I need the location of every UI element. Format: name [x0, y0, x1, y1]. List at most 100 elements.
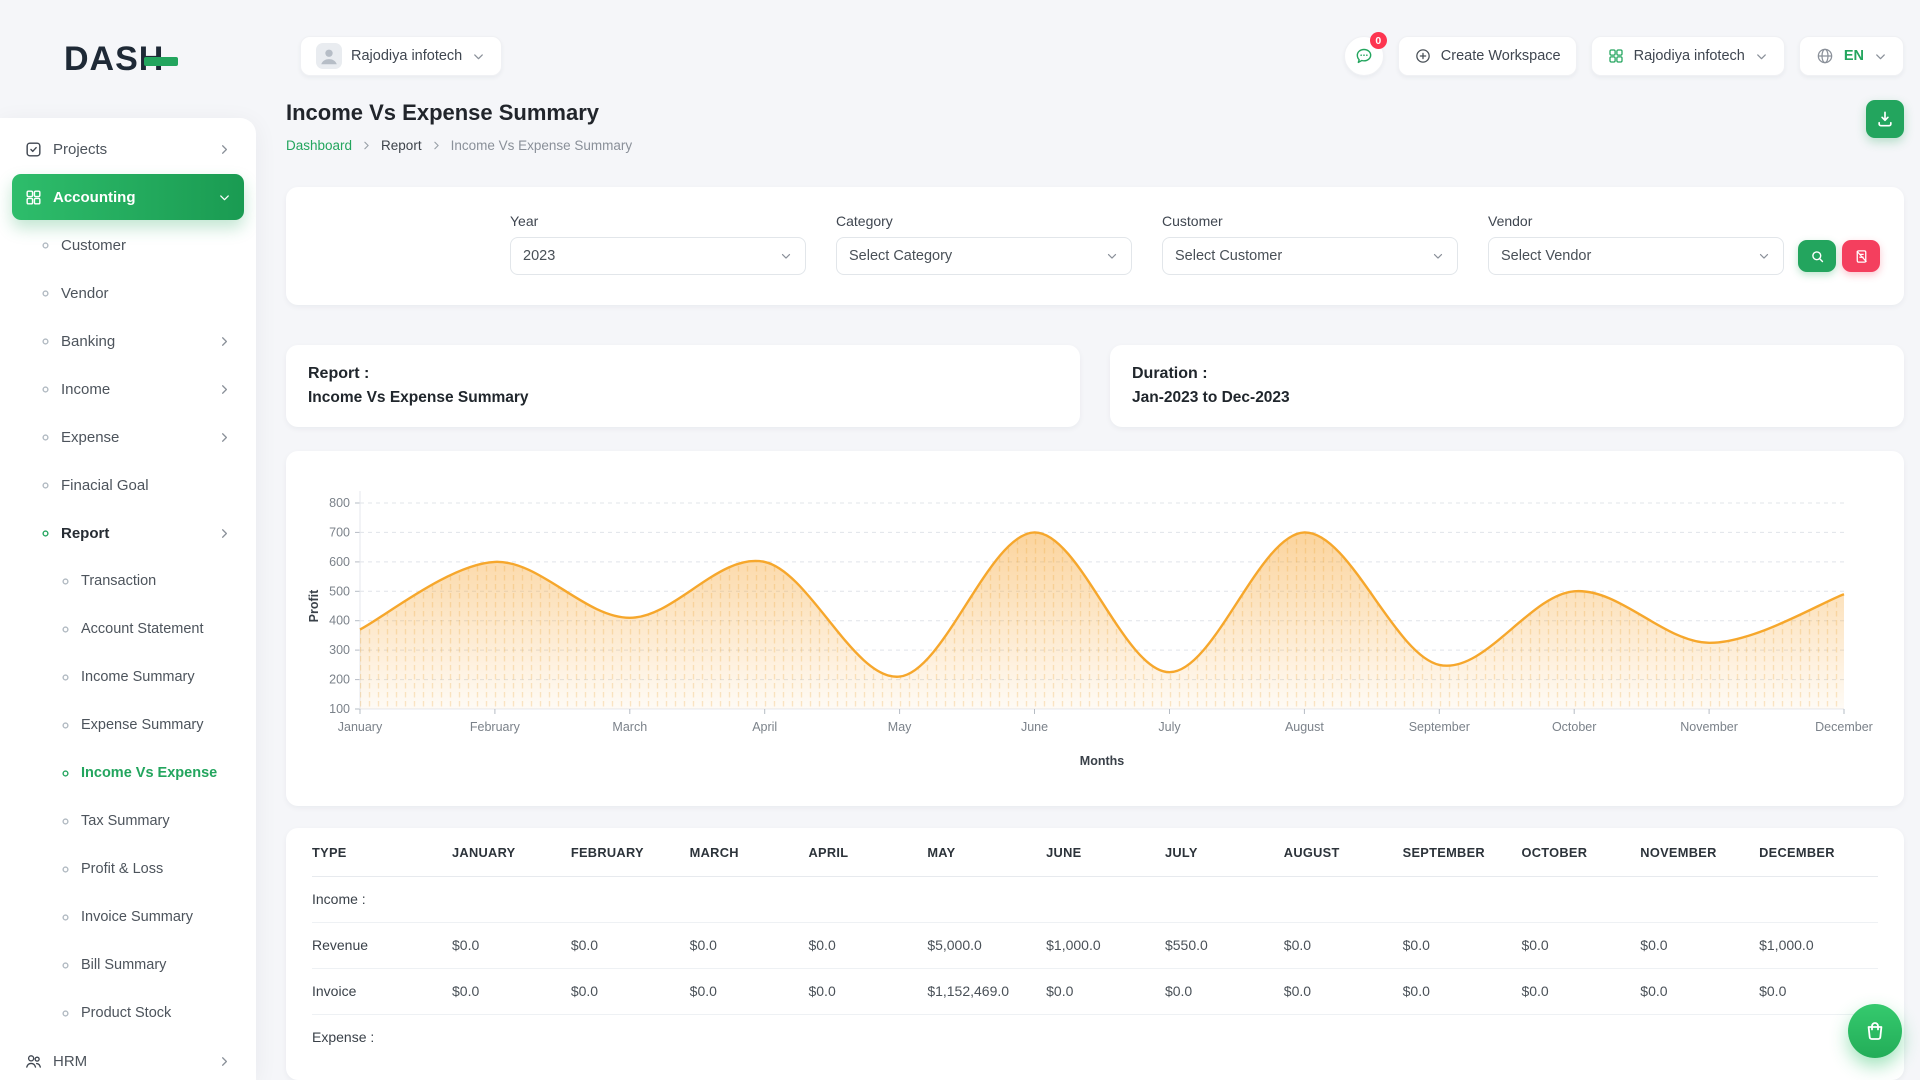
search-button[interactable] [1798, 240, 1836, 272]
sidebar-item-accounting[interactable]: Accounting [12, 174, 244, 220]
accounting-icon [24, 188, 43, 207]
breadcrumb-item[interactable]: Report [381, 138, 422, 153]
cart-icon [1863, 1019, 1887, 1043]
bullet-icon [60, 624, 71, 635]
sidebar-item-label: Transaction [81, 573, 156, 589]
sidebar-item-expense[interactable]: Expense [12, 414, 244, 460]
sidebar-item-account-statement[interactable]: Account Statement [12, 606, 244, 652]
table-cell: $0.0 [1640, 922, 1759, 968]
table-cell: $0.0 [808, 922, 927, 968]
table-cell: $1,000.0 [1759, 922, 1878, 968]
table-cell: $0.0 [1403, 968, 1522, 1014]
chevron-down-icon [1431, 249, 1445, 263]
table-section-row: Income : [312, 876, 1878, 922]
company-selector[interactable]: Rajodiya infotech [1591, 36, 1785, 76]
sidebar-item-customer[interactable]: Customer [12, 222, 244, 268]
column-header: APRIL [808, 830, 927, 876]
svg-text:April: April [752, 720, 777, 734]
svg-text:September: September [1409, 720, 1470, 734]
category-select[interactable]: Select Category [836, 237, 1132, 275]
svg-text:December: December [1815, 720, 1873, 734]
create-workspace-button[interactable]: Create Workspace [1398, 36, 1577, 76]
column-header: SEPTEMBER [1403, 830, 1522, 876]
column-header: JANUARY [452, 830, 571, 876]
vendor-select[interactable]: Select Vendor [1488, 237, 1784, 275]
bullet-icon [60, 768, 71, 779]
chevron-down-icon [471, 49, 486, 64]
sidebar-item-label: Invoice Summary [81, 909, 193, 925]
messages-icon [1354, 46, 1374, 66]
plus-icon [1414, 47, 1432, 65]
reset-icon [1853, 248, 1870, 265]
sidebar-item-hrm[interactable]: HRM [12, 1038, 244, 1080]
table-cell: $0.0 [1640, 968, 1759, 1014]
sidebar-item-tax-summary[interactable]: Tax Summary [12, 798, 244, 844]
svg-text:Months: Months [1080, 754, 1124, 768]
sidebar-item-transaction[interactable]: Transaction [12, 558, 244, 604]
reset-filter-button[interactable] [1842, 240, 1880, 272]
sidebar-item-label: Banking [61, 333, 115, 350]
chevron-right-icon [217, 334, 232, 349]
breadcrumb-separator-icon [360, 139, 373, 152]
hrm-icon [24, 1052, 43, 1071]
sidebar-item-income[interactable]: Income [12, 366, 244, 412]
sidebar-item-income-summary[interactable]: Income Summary [12, 654, 244, 700]
table-section-row: Expense : [312, 1014, 1878, 1060]
chevron-down-icon [217, 190, 232, 205]
bullet-icon [60, 1008, 71, 1019]
customer-label: Customer [1162, 213, 1458, 229]
bullet-icon [40, 288, 51, 299]
sidebar-item-finacial-goal[interactable]: Finacial Goal [12, 462, 244, 508]
filter-card: Year 2023 Category Select Category Custo… [286, 187, 1904, 305]
sidebar-item-vendor[interactable]: Vendor [12, 270, 244, 316]
sidebar-item-banking[interactable]: Banking [12, 318, 244, 364]
sidebar-item-report[interactable]: Report [12, 510, 244, 556]
svg-text:300: 300 [329, 643, 350, 657]
workspace-selector[interactable]: Rajodiya infotech [300, 36, 502, 76]
globe-icon [1815, 46, 1835, 66]
sidebar-item-label: Income Summary [81, 669, 195, 685]
sidebar-item-profit-loss[interactable]: Profit & Loss [12, 846, 244, 892]
column-header: NOVEMBER [1640, 830, 1759, 876]
sidebar-item-income-vs-expense[interactable]: Income Vs Expense [12, 750, 244, 796]
sidebar-item-product-stock[interactable]: Product Stock [12, 990, 244, 1036]
customer-select[interactable]: Select Customer [1162, 237, 1458, 275]
report-value: Income Vs Expense Summary [308, 389, 1058, 407]
report-label: Report : [308, 365, 1058, 383]
sidebar-item-expense-summary[interactable]: Expense Summary [12, 702, 244, 748]
sidebar-item-label: Profit & Loss [81, 861, 163, 877]
sidebar-item-invoice-summary[interactable]: Invoice Summary [12, 894, 244, 940]
bullet-icon [40, 336, 51, 347]
sidebar-item-label: Projects [53, 141, 107, 158]
messages-button[interactable]: 0 [1344, 36, 1384, 76]
svg-text:January: January [338, 720, 383, 734]
chevron-right-icon [217, 382, 232, 397]
logo-dash-accent [144, 57, 178, 66]
vendor-value: Select Vendor [1501, 248, 1591, 264]
table-cell: $0.0 [690, 968, 809, 1014]
profit-area-chart: 100200300400500600700800JanuaryFebruaryM… [302, 469, 1892, 792]
table-cell: $0.0 [1521, 968, 1640, 1014]
column-header: FEBRUARY [571, 830, 690, 876]
bullet-icon [40, 528, 51, 539]
table-cell: $0.0 [808, 968, 927, 1014]
duration-value: Jan-2023 to Dec-2023 [1132, 389, 1882, 407]
duration-summary-card: Duration : Jan-2023 to Dec-2023 [1110, 345, 1904, 427]
year-select[interactable]: 2023 [510, 237, 806, 275]
bullet-icon [60, 672, 71, 683]
breadcrumb-item[interactable]: Dashboard [286, 138, 352, 153]
language-selector[interactable]: EN [1799, 36, 1904, 76]
column-header: OCTOBER [1521, 830, 1640, 876]
brand-logo[interactable]: DASH [0, 0, 256, 118]
sidebar-item-label: Tax Summary [81, 813, 170, 829]
bullet-icon [60, 816, 71, 827]
sidebar-item-projects[interactable]: Projects [12, 126, 244, 172]
download-button[interactable] [1866, 100, 1904, 138]
svg-text:700: 700 [329, 525, 350, 539]
sidebar-item-label: Vendor [61, 285, 109, 302]
cart-fab-button[interactable] [1848, 1004, 1902, 1058]
table-cell: $0.0 [1284, 968, 1403, 1014]
bullet-icon [40, 384, 51, 395]
projects-icon [24, 140, 43, 159]
sidebar-item-bill-summary[interactable]: Bill Summary [12, 942, 244, 988]
